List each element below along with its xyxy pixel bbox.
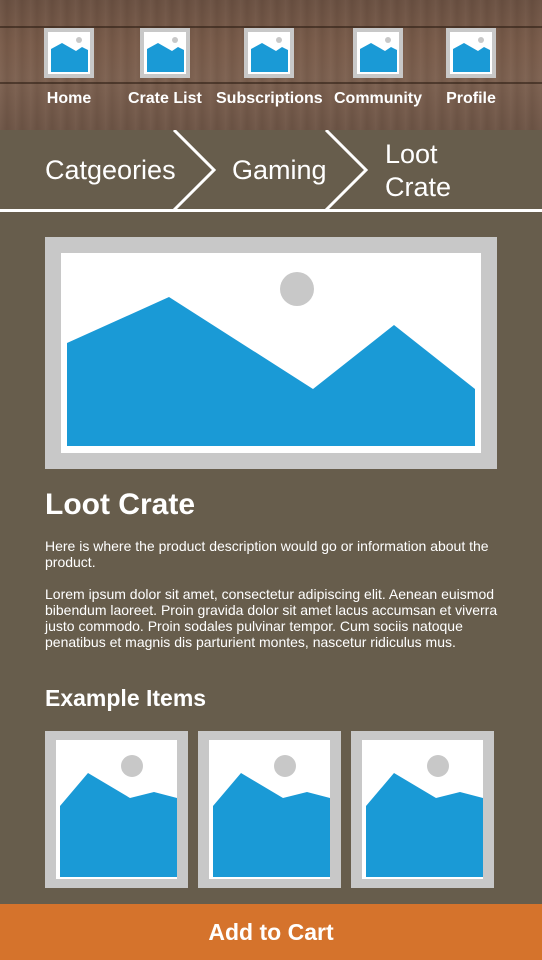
nav-item-crate-list[interactable]: Crate List [128,28,202,108]
breadcrumb-item-current-line2: Crate [385,172,452,202]
image-placeholder-icon [209,740,330,879]
image-placeholder-icon [61,253,481,453]
example-item[interactable] [198,731,341,888]
breadcrumb-item-current-line1: Loot [385,139,438,169]
nav-label-subscriptions: Subscriptions [216,90,323,107]
example-item[interactable] [351,731,494,888]
chevron-right-icon [324,130,369,212]
image-placeholder-icon [362,740,483,879]
product-hero-image [45,237,497,469]
breadcrumb-item-gaming[interactable]: Gaming [232,154,327,187]
product-title: Loot Crate [45,488,195,521]
image-placeholder-icon [244,28,295,78]
image-placeholder-icon [44,28,94,78]
image-placeholder-icon [353,28,403,78]
chevron-right-icon [172,130,217,212]
nav-item-subscriptions[interactable]: Subscriptions [216,28,323,108]
nav-label-home: Home [46,90,92,107]
top-navigation: Home Crate List Subscriptions Community … [0,0,542,130]
example-item[interactable] [45,731,188,888]
image-placeholder-icon [56,740,177,879]
breadcrumb-item-categories[interactable]: Catgeories [45,154,176,187]
product-description: Here is where the product description wo… [45,538,489,570]
add-to-cart-button[interactable]: Add to Cart [0,904,542,960]
nav-label-crate-list: Crate List [128,90,202,107]
breadcrumb: Catgeories Gaming Loot Crate [0,130,542,212]
nav-label-community: Community [334,90,422,107]
nav-label-profile: Profile [446,90,496,107]
image-placeholder-icon [139,28,190,78]
nav-item-profile[interactable]: Profile [446,28,496,108]
nav-item-community[interactable]: Community [334,28,422,108]
image-placeholder-icon [446,28,496,78]
example-items-heading: Example Items [45,685,207,711]
product-details: Lorem ipsum dolor sit amet, consectetur … [45,586,498,650]
nav-item-home[interactable]: Home [44,28,94,108]
